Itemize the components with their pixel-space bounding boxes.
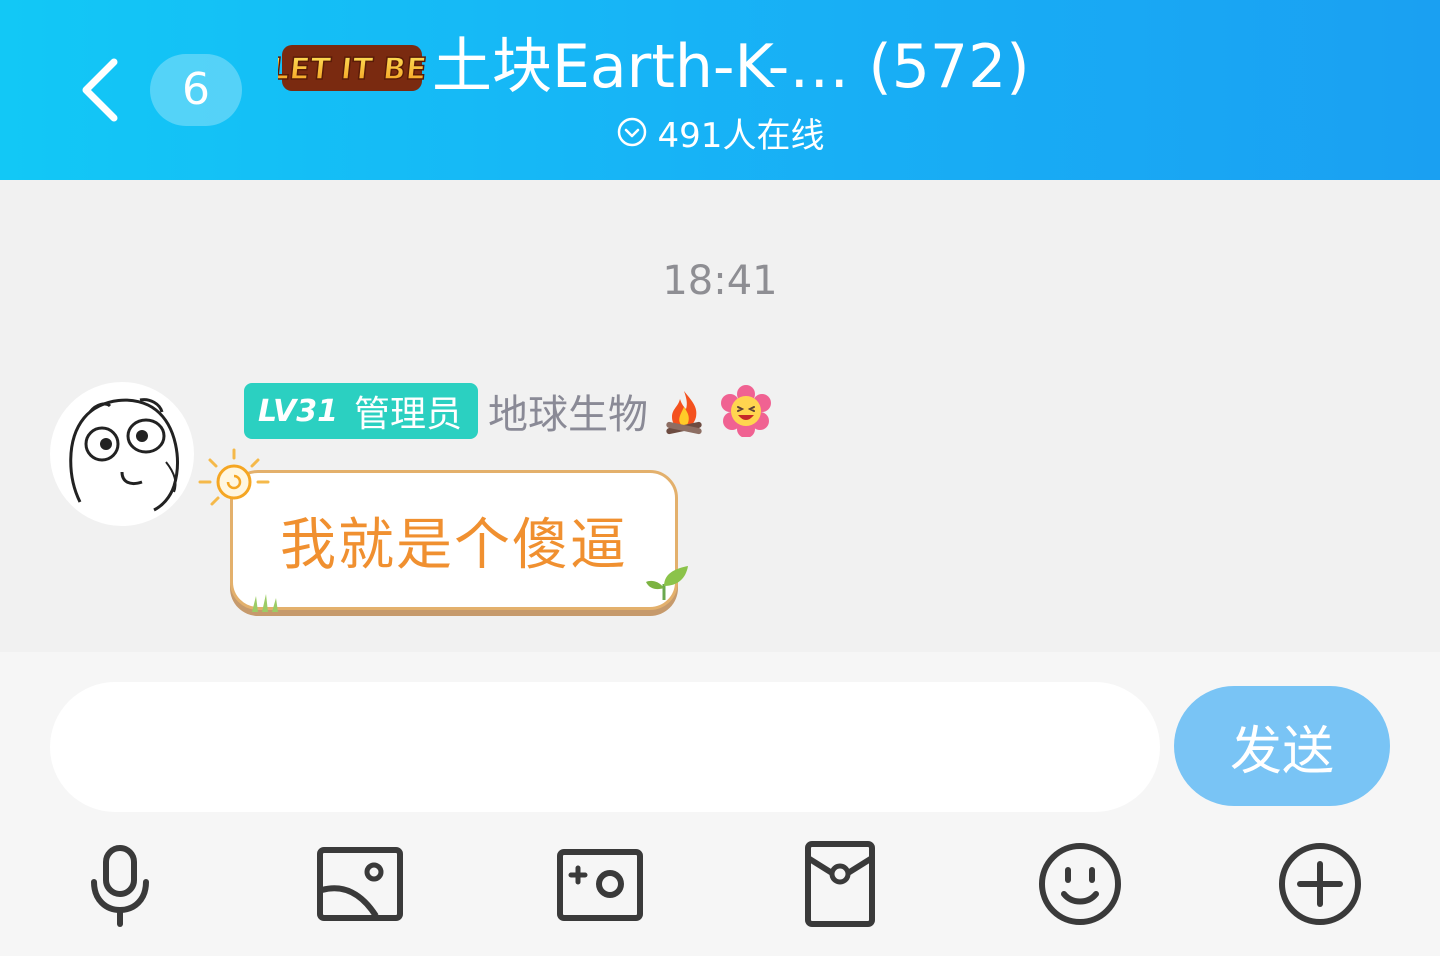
level-label: LV31	[258, 393, 338, 429]
message-input[interactable]	[50, 682, 1160, 812]
message-bubble[interactable]: 我就是个傻逼	[230, 470, 678, 610]
smiley-icon[interactable]	[1034, 838, 1126, 930]
sender-avatar[interactable]	[50, 382, 194, 526]
logo-text: LET IT BE	[278, 52, 426, 87]
sender-name[interactable]: 地球生物	[488, 382, 648, 440]
chat-messages[interactable]: 18:41 LV31 管理员 地球生物 我就是个傻逼	[0, 180, 1440, 652]
online-status: 491人在线	[0, 108, 1440, 156]
sender-info: LV31 管理员 地球生物	[244, 382, 772, 440]
sun-decoration-icon	[198, 448, 270, 506]
role-label: 管理员	[353, 394, 462, 435]
red-packet-icon[interactable]	[794, 838, 886, 930]
title-row[interactable]: LET IT BE 土块Earth-K-… (572)	[278, 24, 1030, 110]
sprout-decoration-icon	[646, 566, 688, 600]
composer: 发送	[0, 652, 1440, 956]
campfire-emoji-icon	[666, 391, 702, 435]
level-role-badge: LV31 管理员	[244, 383, 478, 439]
rage-face-avatar-icon	[69, 398, 179, 512]
laughing-flower-emoji-icon	[720, 385, 771, 437]
camera-icon[interactable]	[554, 838, 646, 930]
image-icon[interactable]	[314, 838, 406, 930]
check-circle-icon	[617, 117, 646, 147]
chat-header: 6 LET IT BE 土块Earth-K-… (572) 491人在线	[0, 0, 1440, 180]
online-count-text: 491人在线	[657, 115, 825, 156]
microphone-icon[interactable]	[74, 838, 166, 930]
send-button[interactable]: 发送	[1174, 686, 1390, 806]
plus-circle-icon[interactable]	[1274, 838, 1366, 930]
group-title: 土块Earth-K-… (572)	[432, 32, 1030, 102]
message-text: 我就是个傻逼	[280, 512, 628, 578]
grass-decoration-icon	[252, 594, 278, 612]
message-timestamp: 18:41	[662, 258, 778, 304]
group-logo-icon: LET IT BE	[278, 45, 426, 91]
